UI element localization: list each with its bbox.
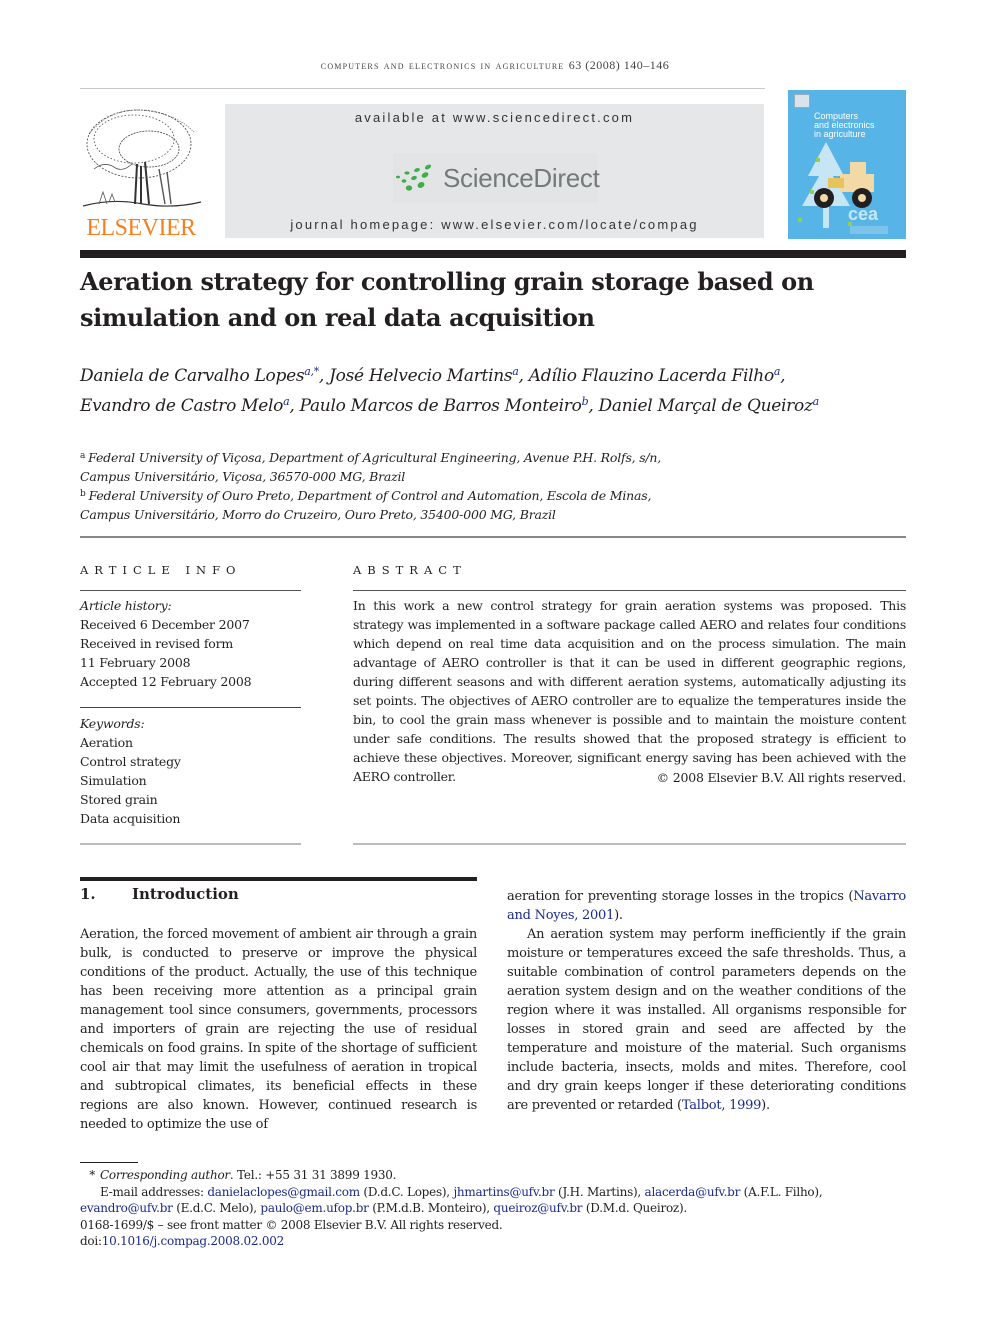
author-affiliation-mark[interactable]: b bbox=[582, 395, 589, 408]
section-heading-introduction: 1. Introduction bbox=[80, 885, 239, 903]
author-affiliation-mark[interactable]: a bbox=[283, 395, 290, 408]
email-link[interactable]: jhmartins@ufv.br bbox=[453, 1185, 554, 1199]
section-title: Introduction bbox=[132, 885, 239, 903]
affiliation-line: Federal University of Ouro Preto, Depart… bbox=[88, 488, 652, 503]
introduction-paragraph: Aeration, the forced movement of ambient… bbox=[80, 927, 477, 1132]
affiliation-line: Federal University of Viçosa, Department… bbox=[88, 450, 662, 465]
author-affiliation-mark[interactable]: a bbox=[774, 365, 781, 378]
email-addresses: E-mail addresses: danielaclopes@gmail.co… bbox=[80, 1184, 910, 1217]
doi-line: doi:10.1016/j.compag.2008.02.002 bbox=[80, 1233, 910, 1250]
article-info-heading: ARTICLE INFO bbox=[80, 563, 242, 577]
affiliation: b Federal University of Ouro Preto, Depar… bbox=[80, 486, 910, 505]
author-affiliation-mark[interactable]: a bbox=[512, 365, 519, 378]
journal-name: computers and electronics in agriculture bbox=[320, 58, 565, 72]
keyword: Aeration bbox=[80, 735, 133, 750]
sciencedirect-dots-icon bbox=[396, 164, 432, 191]
email-owner: (D.M.d. Queiroz). bbox=[582, 1201, 687, 1215]
doi-link[interactable]: 10.1016/j.compag.2008.02.002 bbox=[102, 1234, 284, 1248]
keywords: Keywords: Aeration Control strategy Simu… bbox=[80, 714, 301, 828]
introduction-paragraph: An aeration system may perform inefficie… bbox=[507, 925, 906, 1115]
paragraph-text: ). bbox=[761, 1098, 770, 1113]
paragraph-text: An aeration system may perform inefficie… bbox=[507, 927, 906, 1113]
author-name: Daniela de Carvalho Lopes bbox=[80, 366, 305, 386]
paragraph-text: ). bbox=[614, 908, 623, 923]
elsevier-wordmark: ELSEVIER bbox=[86, 215, 196, 241]
section-number: 1. bbox=[80, 885, 96, 903]
history-entry: Received 6 December 2007 bbox=[80, 617, 250, 632]
author-name: Paulo Marcos de Barros Monteiro bbox=[299, 396, 582, 416]
available-at-text[interactable]: available at www.sciencedirect.com bbox=[225, 110, 764, 125]
article-history-label: Article history: bbox=[80, 598, 172, 613]
email-link[interactable]: alacerda@ufv.br bbox=[645, 1185, 741, 1199]
footnotes: * Corresponding author. Tel.: +55 31 31 3… bbox=[80, 1167, 910, 1250]
email-owner: (D.d.C. Lopes), bbox=[359, 1184, 454, 1199]
author-name: Daniel Marçal de Queiroz bbox=[598, 396, 813, 416]
abstract-bottom-divider bbox=[353, 843, 906, 845]
corresponding-label: Corresponding author bbox=[100, 1168, 230, 1182]
email-link[interactable]: evandro@ufv.br bbox=[80, 1201, 173, 1215]
keyword: Stored grain bbox=[80, 792, 158, 807]
paragraph-text: aeration for preventing storage losses i… bbox=[507, 889, 854, 904]
doi-label: doi: bbox=[80, 1234, 102, 1248]
keywords-label: Keywords: bbox=[80, 716, 145, 731]
article-title: Aeration strategy for controlling grain … bbox=[80, 267, 814, 332]
article-info-divider bbox=[80, 590, 301, 591]
affiliation-line: Campus Universitário, Morro do Cruzeiro,… bbox=[80, 507, 556, 522]
affiliation-mark: b bbox=[80, 489, 86, 499]
cover-tractor-tree-illustration-icon: cea bbox=[798, 142, 888, 234]
keyword: Data acquisition bbox=[80, 811, 181, 826]
email-link[interactable]: paulo@em.ufop.br bbox=[260, 1201, 368, 1215]
article-info-bottom-divider bbox=[80, 843, 301, 845]
section-rule bbox=[80, 877, 477, 881]
abstract-text: In this work a new control strategy for … bbox=[353, 598, 906, 784]
front-matter-line: 0168-1699/$ – see front matter © 2008 El… bbox=[80, 1217, 503, 1232]
journal-cover-thumbnail[interactable]: Computers and electronics in agriculture… bbox=[788, 90, 906, 239]
history-entry: Accepted 12 February 2008 bbox=[80, 674, 252, 689]
email-owner: (A.F.L. Filho), bbox=[740, 1184, 823, 1199]
author-list: Daniela de Carvalho Lopesa,*, José Helve… bbox=[80, 365, 820, 416]
header-divider bbox=[80, 88, 765, 89]
abstract-divider bbox=[353, 590, 906, 591]
email-label: E-mail addresses: bbox=[100, 1184, 208, 1199]
affiliations: a Federal University of Viçosa, Departmen… bbox=[80, 448, 910, 524]
author-affiliation-mark[interactable]: a,* bbox=[304, 365, 319, 378]
author-affiliation-mark[interactable]: a bbox=[813, 395, 820, 408]
cover-badge: cea bbox=[848, 204, 879, 224]
journal-homepage-text[interactable]: journal homepage: www.elsevier.com/locat… bbox=[225, 217, 764, 232]
keyword: Control strategy bbox=[80, 754, 181, 769]
email-owner: (J.H. Martins), bbox=[554, 1184, 645, 1199]
volume-info: 63 (2008) 140–146 bbox=[568, 58, 670, 72]
author-name: José Helvecio Martins bbox=[329, 366, 513, 386]
corresponding-phone: . Tel.: +55 31 31 3899 1930. bbox=[229, 1168, 397, 1182]
author-name: Evandro de Castro Melo bbox=[80, 396, 284, 416]
running-header: computers and electronics in agriculture… bbox=[80, 58, 910, 73]
affiliations-divider bbox=[80, 536, 906, 538]
affiliation-line: Campus Universitário, Viçosa, 36570-000 … bbox=[80, 469, 406, 484]
affiliation-mark: a bbox=[80, 451, 86, 461]
corresponding-author-note: * Corresponding author. Tel.: +55 31 31 3… bbox=[80, 1167, 910, 1184]
keyword: Simulation bbox=[80, 773, 147, 788]
masthead-divider bbox=[80, 250, 906, 258]
abstract-copyright: © 2008 Elsevier B.V. All rights reserved… bbox=[656, 770, 907, 785]
abstract-heading: ABSTRACT bbox=[353, 563, 467, 577]
sciencedirect-wordmark: ScienceDirect bbox=[443, 163, 600, 193]
author-name: Adílio Flauzino Lacerda Filho bbox=[528, 366, 774, 386]
keywords-divider bbox=[80, 707, 301, 708]
footnote-star: * bbox=[89, 1168, 95, 1182]
article-history: Article history: Received 6 December 200… bbox=[80, 596, 301, 691]
history-entry: Received in revised form bbox=[80, 636, 234, 651]
history-entry: 11 February 2008 bbox=[80, 655, 191, 670]
email-link[interactable]: queiroz@ufv.br bbox=[493, 1201, 582, 1215]
email-owner: (E.d.C. Melo), bbox=[172, 1201, 261, 1215]
affiliation: a Federal University of Viçosa, Departmen… bbox=[80, 448, 910, 467]
introduction-paragraph: aeration for preventing storage losses i… bbox=[507, 887, 906, 925]
email-link[interactable]: danielaclopes@gmail.com bbox=[207, 1185, 360, 1199]
footnote-rule bbox=[80, 1162, 138, 1163]
citation-link[interactable]: Talbot, 1999 bbox=[682, 1098, 762, 1113]
email-owner: (P.M.d.B. Monteiro), bbox=[368, 1201, 494, 1215]
introduction-right-column: aeration for preventing storage losses i… bbox=[507, 887, 906, 1115]
